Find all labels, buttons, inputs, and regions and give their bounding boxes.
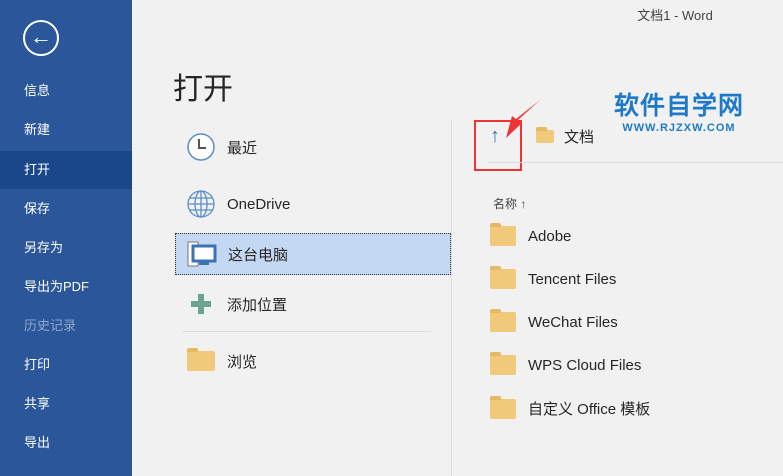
location-label: 浏览 (227, 353, 258, 371)
nav-print[interactable]: 打印 (0, 346, 132, 384)
file-name: WeChat Files (528, 313, 618, 331)
page-title: 打开 (173, 73, 233, 106)
plus-icon (175, 294, 227, 314)
location-label: 添加位置 (227, 296, 288, 314)
file-item[interactable]: Tencent Files (490, 266, 617, 289)
file-name: Tencent Files (528, 270, 617, 288)
watermark-title: 软件自学网 (614, 92, 745, 120)
file-name: Adobe (528, 227, 572, 245)
file-item[interactable]: WPS Cloud Files (490, 352, 642, 375)
watermark-logo: 软件自学网 WWW.RJZXW.COM (614, 86, 744, 134)
location-browse[interactable]: 浏览 (175, 340, 451, 382)
folder-icon (490, 352, 516, 375)
clock-icon (175, 133, 227, 161)
watermark-url: WWW.RJZXW.COM (622, 122, 736, 134)
column-header-name[interactable]: 名称 ↑ (493, 195, 526, 212)
folder-icon (490, 266, 516, 289)
folder-icon (490, 223, 516, 246)
location-onedrive[interactable]: OneDrive (175, 183, 451, 225)
globe-icon (175, 190, 227, 218)
location-this-pc[interactable]: 这台电脑 (175, 233, 451, 275)
folder-icon (490, 309, 516, 332)
computer-icon (176, 240, 228, 268)
nav-export[interactable]: 导出 (0, 424, 132, 462)
file-item[interactable]: Adobe (490, 223, 572, 246)
nav-save[interactable]: 保存 (0, 190, 132, 228)
divider (487, 162, 783, 163)
location-label: 最近 (227, 139, 258, 157)
pane-divider (451, 120, 452, 476)
nav-new[interactable]: 新建 (0, 111, 132, 149)
nav-export-pdf[interactable]: 导出为PDF (0, 268, 132, 306)
folder-icon (490, 395, 516, 419)
location-label: 这台电脑 (228, 246, 289, 264)
folder-icon (175, 348, 227, 371)
file-name: 自定义 Office 模板 (528, 401, 651, 418)
backstage-sidebar: ← 信息 新建 打开 保存 另存为 导出为PDF 历史记录 打印 共享 导出 (0, 0, 132, 476)
divider (182, 331, 431, 332)
window-title: 文档1 - Word (637, 8, 713, 23)
breadcrumb-folder[interactable]: 文档 (564, 126, 594, 147)
file-item[interactable]: 自定义 Office 模板 (490, 395, 651, 419)
sort-ascending-icon: ↑ (520, 197, 527, 211)
location-label: OneDrive (227, 195, 291, 213)
file-item[interactable]: WeChat Files (490, 309, 618, 332)
location-recent[interactable]: 最近 (175, 126, 451, 168)
nav-save-as[interactable]: 另存为 (0, 229, 132, 267)
column-label: 名称 (493, 197, 518, 211)
red-pointer-arrow-icon (506, 100, 540, 138)
file-name: WPS Cloud Files (528, 356, 642, 374)
nav-history: 历史记录 (24, 318, 77, 333)
nav-open[interactable]: 打开 (0, 151, 132, 189)
nav-info[interactable]: 信息 (0, 72, 132, 110)
nav-share[interactable]: 共享 (0, 385, 132, 423)
back-arrow-icon[interactable]: ← (23, 20, 59, 56)
location-add-place[interactable]: 添加位置 (175, 283, 451, 325)
